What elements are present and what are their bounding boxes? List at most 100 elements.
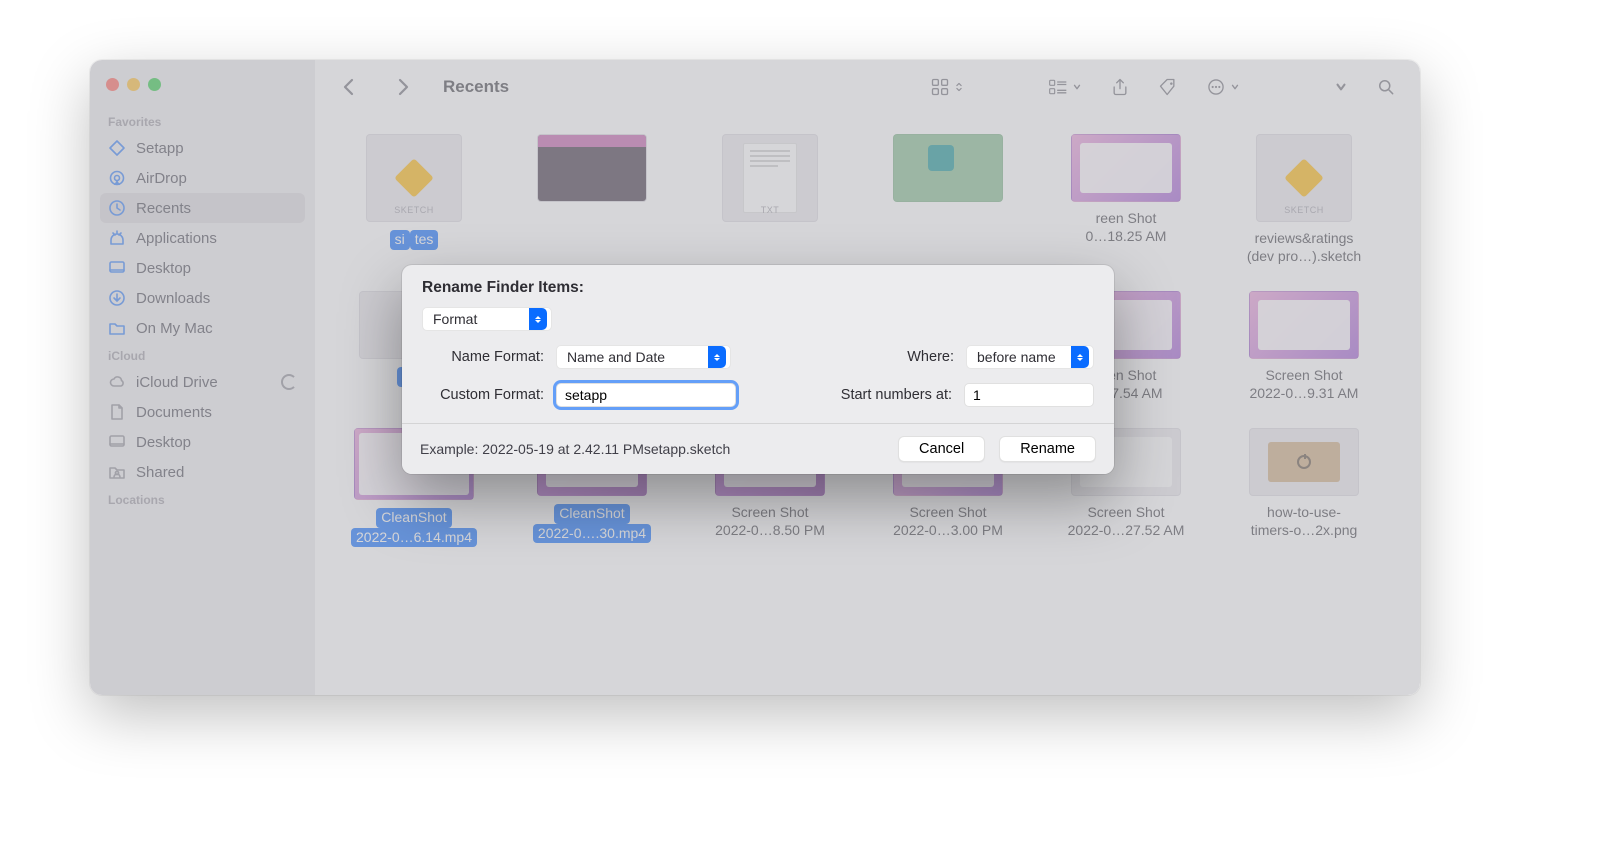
custom-format-input[interactable] <box>556 383 736 407</box>
start-numbers-label: Start numbers at: <box>841 387 952 403</box>
sidebar: Favorites Setapp AirDrop Recents Application… <box>90 60 315 695</box>
file-name: Screen Shot2022-0…3.00 PM <box>893 504 1003 539</box>
back-button[interactable] <box>333 73 365 101</box>
window-title: Recents <box>443 77 509 97</box>
minimize-window-button[interactable] <box>127 78 140 91</box>
downloads-icon <box>108 289 126 307</box>
sidebar-item-label: Downloads <box>136 290 297 307</box>
sidebar-item-setapp[interactable]: Setapp <box>100 133 305 163</box>
desktop-icon <box>108 259 126 277</box>
custom-format-label: Custom Format: <box>422 387 544 403</box>
dialog-title: Rename Finder Items: <box>402 265 1114 307</box>
fullscreen-window-button[interactable] <box>148 78 161 91</box>
example-text: Example: 2022-05-19 at 2.42.11 PMsetapp.… <box>420 441 884 457</box>
share-button[interactable] <box>1104 73 1136 101</box>
file-thumbnail <box>537 134 647 202</box>
file-item[interactable]: SKETCH reviews&ratings(dev pro…).sketch <box>1215 134 1393 265</box>
action-button[interactable] <box>1200 73 1246 101</box>
sidebar-item-label: On My Mac <box>136 320 297 337</box>
select-arrows-icon <box>529 308 547 330</box>
start-numbers-input[interactable] <box>964 383 1094 407</box>
close-window-button[interactable] <box>106 78 119 91</box>
sidebar-item-desktop[interactable]: Desktop <box>100 427 305 457</box>
file-item[interactable]: Screen Shot2022-0…9.31 AM <box>1215 291 1393 402</box>
file-item[interactable]: reen Shot0…18.25 AM <box>1037 134 1215 265</box>
file-name: Screen Shot2022-0…27.52 AM <box>1068 504 1185 539</box>
desktop-icon <box>108 433 126 451</box>
expand-button[interactable] <box>1328 76 1354 98</box>
rename-button[interactable]: Rename <box>999 436 1096 462</box>
sidebar-item-label: Desktop <box>136 260 297 277</box>
sidebar-item-icloud-drive[interactable]: iCloud Drive <box>100 367 305 397</box>
rename-mode-value: Format <box>433 311 477 327</box>
sidebar-item-airdrop[interactable]: AirDrop <box>100 163 305 193</box>
sidebar-item-on-my-mac[interactable]: On My Mac <box>100 313 305 343</box>
where-select[interactable]: before name <box>966 345 1094 369</box>
sidebar-item-label: Shared <box>136 464 297 481</box>
clock-icon <box>108 199 126 217</box>
sync-progress-icon <box>281 374 297 390</box>
sidebar-item-applications[interactable]: Applications <box>100 223 305 253</box>
file-name: CleanShot2022-0….30.mp4 <box>512 504 672 543</box>
view-mode-button[interactable] <box>924 73 970 101</box>
rename-mode-select[interactable]: Format <box>422 307 552 331</box>
rename-dialog: Rename Finder Items: Format Name Format:… <box>402 265 1114 474</box>
select-arrows-icon <box>1071 346 1089 368</box>
chevron-down-icon <box>1072 82 1082 92</box>
name-format-value: Name and Date <box>567 349 665 365</box>
file-thumbnail: SKETCH <box>1256 134 1352 222</box>
sidebar-item-documents[interactable]: Documents <box>100 397 305 427</box>
cancel-button[interactable]: Cancel <box>898 436 985 462</box>
file-name: CleanShot2022-0…6.14.mp4 <box>334 508 494 547</box>
group-button[interactable] <box>1042 73 1088 101</box>
sidebar-item-downloads[interactable]: Downloads <box>100 283 305 313</box>
file-name: Screen Shot2022-0…8.50 PM <box>715 504 825 539</box>
sidebar-section-label: Locations <box>100 487 305 511</box>
file-thumbnail <box>1249 291 1359 359</box>
documents-icon <box>108 403 126 421</box>
where-value: before name <box>977 349 1056 365</box>
sidebar-item-recents[interactable]: Recents <box>100 193 305 223</box>
file-thumbnail <box>893 134 1003 202</box>
sidebar-section-label: iCloud <box>100 343 305 367</box>
sidebar-item-label: Recents <box>136 200 297 217</box>
file-thumbnail: TXT <box>722 134 818 222</box>
sidebar-item-label: Desktop <box>136 434 297 451</box>
file-thumbnail <box>1249 428 1359 496</box>
sidebar-item-label: Documents <box>136 404 297 421</box>
shared-icon <box>108 463 126 481</box>
chevron-down-icon <box>1230 82 1240 92</box>
sidebar-section-label: Favorites <box>100 109 305 133</box>
select-arrows-icon <box>708 346 726 368</box>
forward-button[interactable] <box>387 73 419 101</box>
file-thumbnail: SKETCH <box>366 134 462 222</box>
where-label: Where: <box>907 349 954 365</box>
sidebar-item-label: iCloud Drive <box>136 374 271 391</box>
file-name: reen Shot0…18.25 AM <box>1086 210 1167 245</box>
file-name: sites <box>390 230 439 250</box>
name-format-label: Name Format: <box>422 349 544 365</box>
window-controls <box>100 74 305 109</box>
file-name: Screen Shot2022-0…9.31 AM <box>1250 367 1359 402</box>
name-format-select[interactable]: Name and Date <box>556 345 731 369</box>
apps-icon <box>108 229 126 247</box>
sidebar-item-label: AirDrop <box>136 170 297 187</box>
sidebar-item-label: Applications <box>136 230 297 247</box>
file-name: how-to-use-timers-o…2x.png <box>1251 504 1358 539</box>
file-item[interactable]: SKETCH sites <box>325 134 503 265</box>
airdrop-icon <box>108 169 126 187</box>
search-button[interactable] <box>1370 73 1402 101</box>
setapp-icon <box>108 139 126 157</box>
file-item[interactable] <box>503 134 681 265</box>
file-item[interactable]: how-to-use-timers-o…2x.png <box>1215 428 1393 547</box>
sidebar-item-label: Setapp <box>136 140 297 157</box>
sidebar-item-desktop[interactable]: Desktop <box>100 253 305 283</box>
file-item[interactable] <box>859 134 1037 265</box>
file-name: reviews&ratings(dev pro…).sketch <box>1247 230 1361 265</box>
sidebar-item-shared[interactable]: Shared <box>100 457 305 487</box>
folder-icon <box>108 319 126 337</box>
file-item[interactable]: TXT <box>681 134 859 265</box>
tags-button[interactable] <box>1152 73 1184 101</box>
cloud-icon <box>108 373 126 391</box>
file-thumbnail <box>1071 134 1181 202</box>
